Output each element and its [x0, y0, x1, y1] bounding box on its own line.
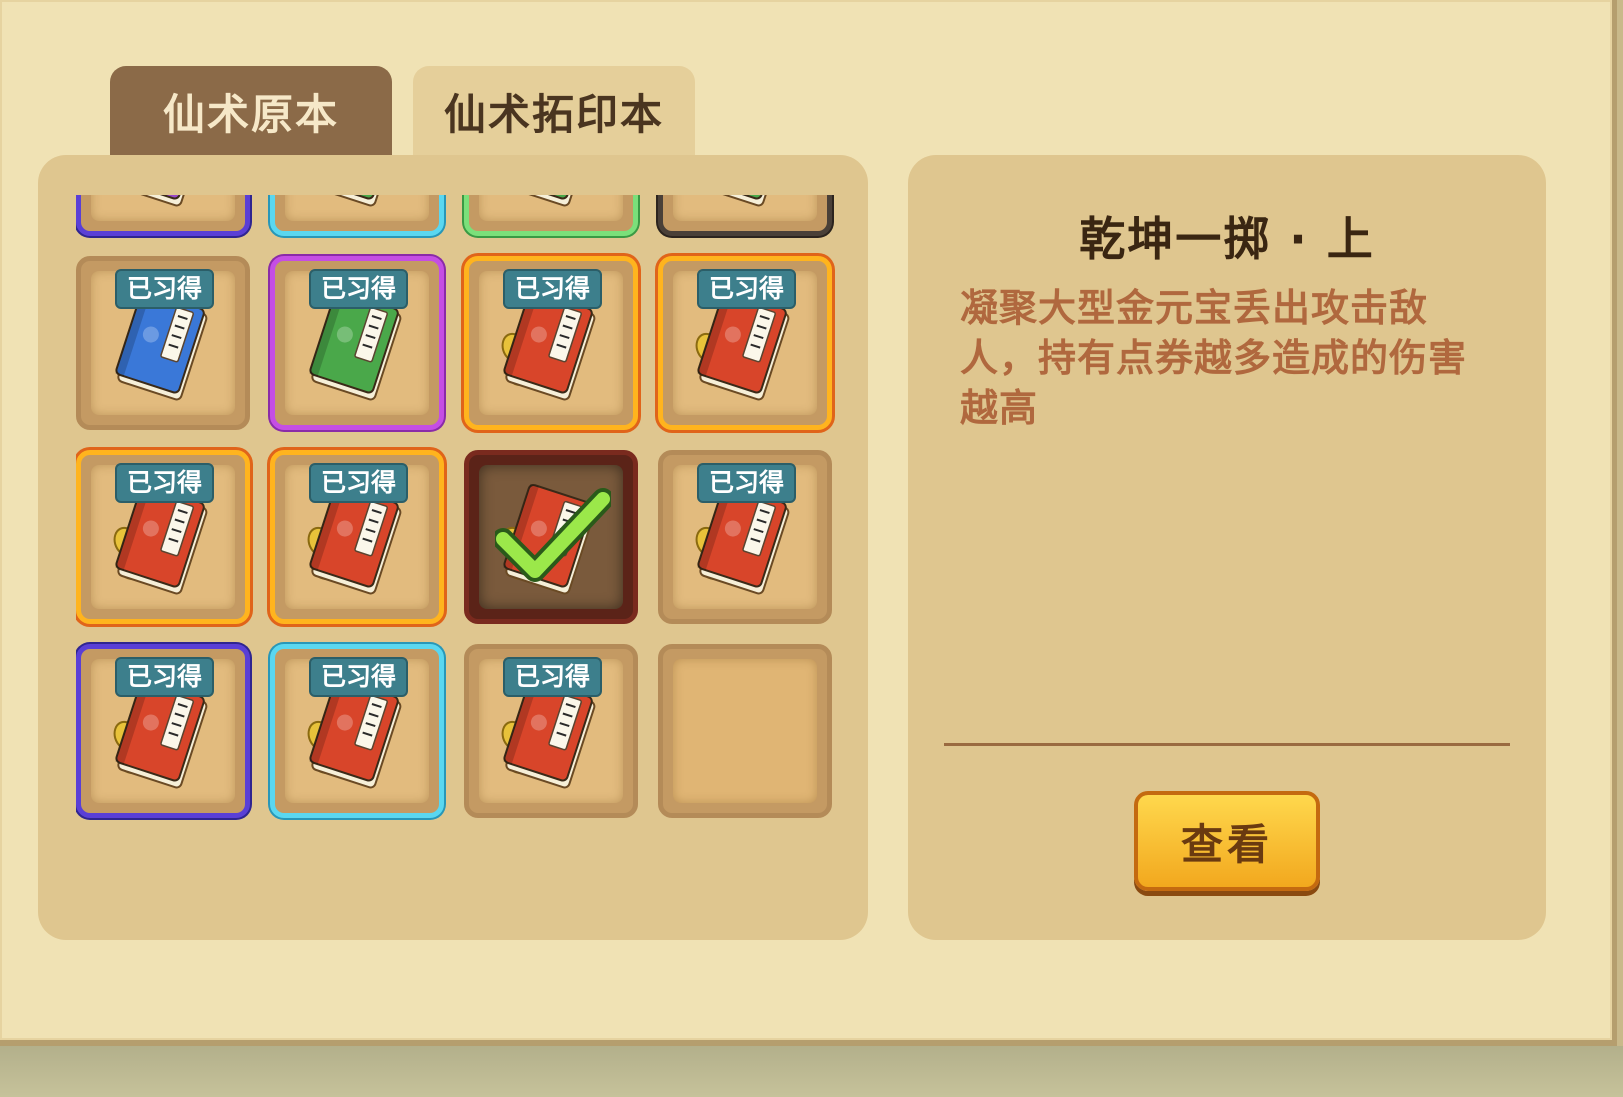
- skill-title: 乾坤一掷 · 上: [1079, 212, 1375, 266]
- ground-strip: [0, 1046, 1623, 1097]
- spellbook-icon: [503, 195, 596, 207]
- learned-badge: 已习得: [115, 657, 215, 697]
- divider: [944, 743, 1510, 746]
- learned-badge: 已习得: [115, 269, 215, 309]
- learned-badge: 已习得: [697, 269, 797, 309]
- spellbook-icon: [115, 195, 208, 207]
- learned-badge: 已习得: [503, 657, 603, 697]
- skill-detail-panel: 乾坤一掷 · 上 凝聚大型金元宝丢出攻击敌人，持有点券越多造成的伤害越高 查看: [908, 155, 1546, 940]
- spellbook-grid: 已习得 已习得 已习得 已习得 已习得 已习得 已习得 已习得 已习得 已习得: [76, 195, 832, 818]
- view-button[interactable]: 查看: [1134, 791, 1320, 891]
- spellbook-slot[interactable]: 已习得: [658, 450, 832, 624]
- empty-slot[interactable]: [658, 644, 832, 818]
- learned-badge: 已习得: [309, 269, 409, 309]
- checkmark-icon: [495, 488, 611, 582]
- spellbook-slot[interactable]: 已习得: [76, 644, 250, 818]
- spellbook-slot[interactable]: 已习得: [270, 256, 444, 430]
- spellbook-slot[interactable]: 已习得: [270, 644, 444, 818]
- tab-rubbing-spells[interactable]: 仙术拓印本: [413, 66, 695, 156]
- skill-description: 凝聚大型金元宝丢出攻击敌人，持有点券越多造成的伤害越高: [960, 286, 1468, 430]
- spellbook-slot[interactable]: 已习得: [464, 256, 638, 430]
- spellbook-slot[interactable]: [270, 195, 444, 236]
- spellbook-slot[interactable]: 已习得: [658, 256, 832, 430]
- learned-badge: 已习得: [697, 463, 797, 503]
- spellbook-slot[interactable]: 已习得: [76, 450, 250, 624]
- spellbook-slot[interactable]: [464, 450, 638, 624]
- spellbook-slot[interactable]: 已习得: [270, 450, 444, 624]
- spellbook-icon: [309, 195, 402, 207]
- slot-background: [673, 659, 817, 803]
- learned-badge: 已习得: [503, 269, 603, 309]
- spellbook-grid-panel: 已习得 已习得 已习得 已习得 已习得 已习得 已习得 已习得 已习得 已习得: [38, 155, 868, 940]
- tab-original-spells[interactable]: 仙术原本: [110, 66, 392, 156]
- learned-badge: 已习得: [309, 463, 409, 503]
- spellbook-slot[interactable]: [76, 195, 250, 236]
- spellbook-icon: [697, 195, 790, 207]
- spellbook-slot[interactable]: [658, 195, 832, 236]
- learned-badge: 已习得: [115, 463, 215, 503]
- spellbook-slot[interactable]: 已习得: [464, 644, 638, 818]
- spellbook-slot[interactable]: [464, 195, 638, 236]
- spellbook-grid-viewport[interactable]: 已习得 已习得 已习得 已习得 已习得 已习得 已习得 已习得 已习得 已习得: [76, 195, 836, 915]
- learned-badge: 已习得: [309, 657, 409, 697]
- spellbook-slot[interactable]: 已习得: [76, 256, 250, 430]
